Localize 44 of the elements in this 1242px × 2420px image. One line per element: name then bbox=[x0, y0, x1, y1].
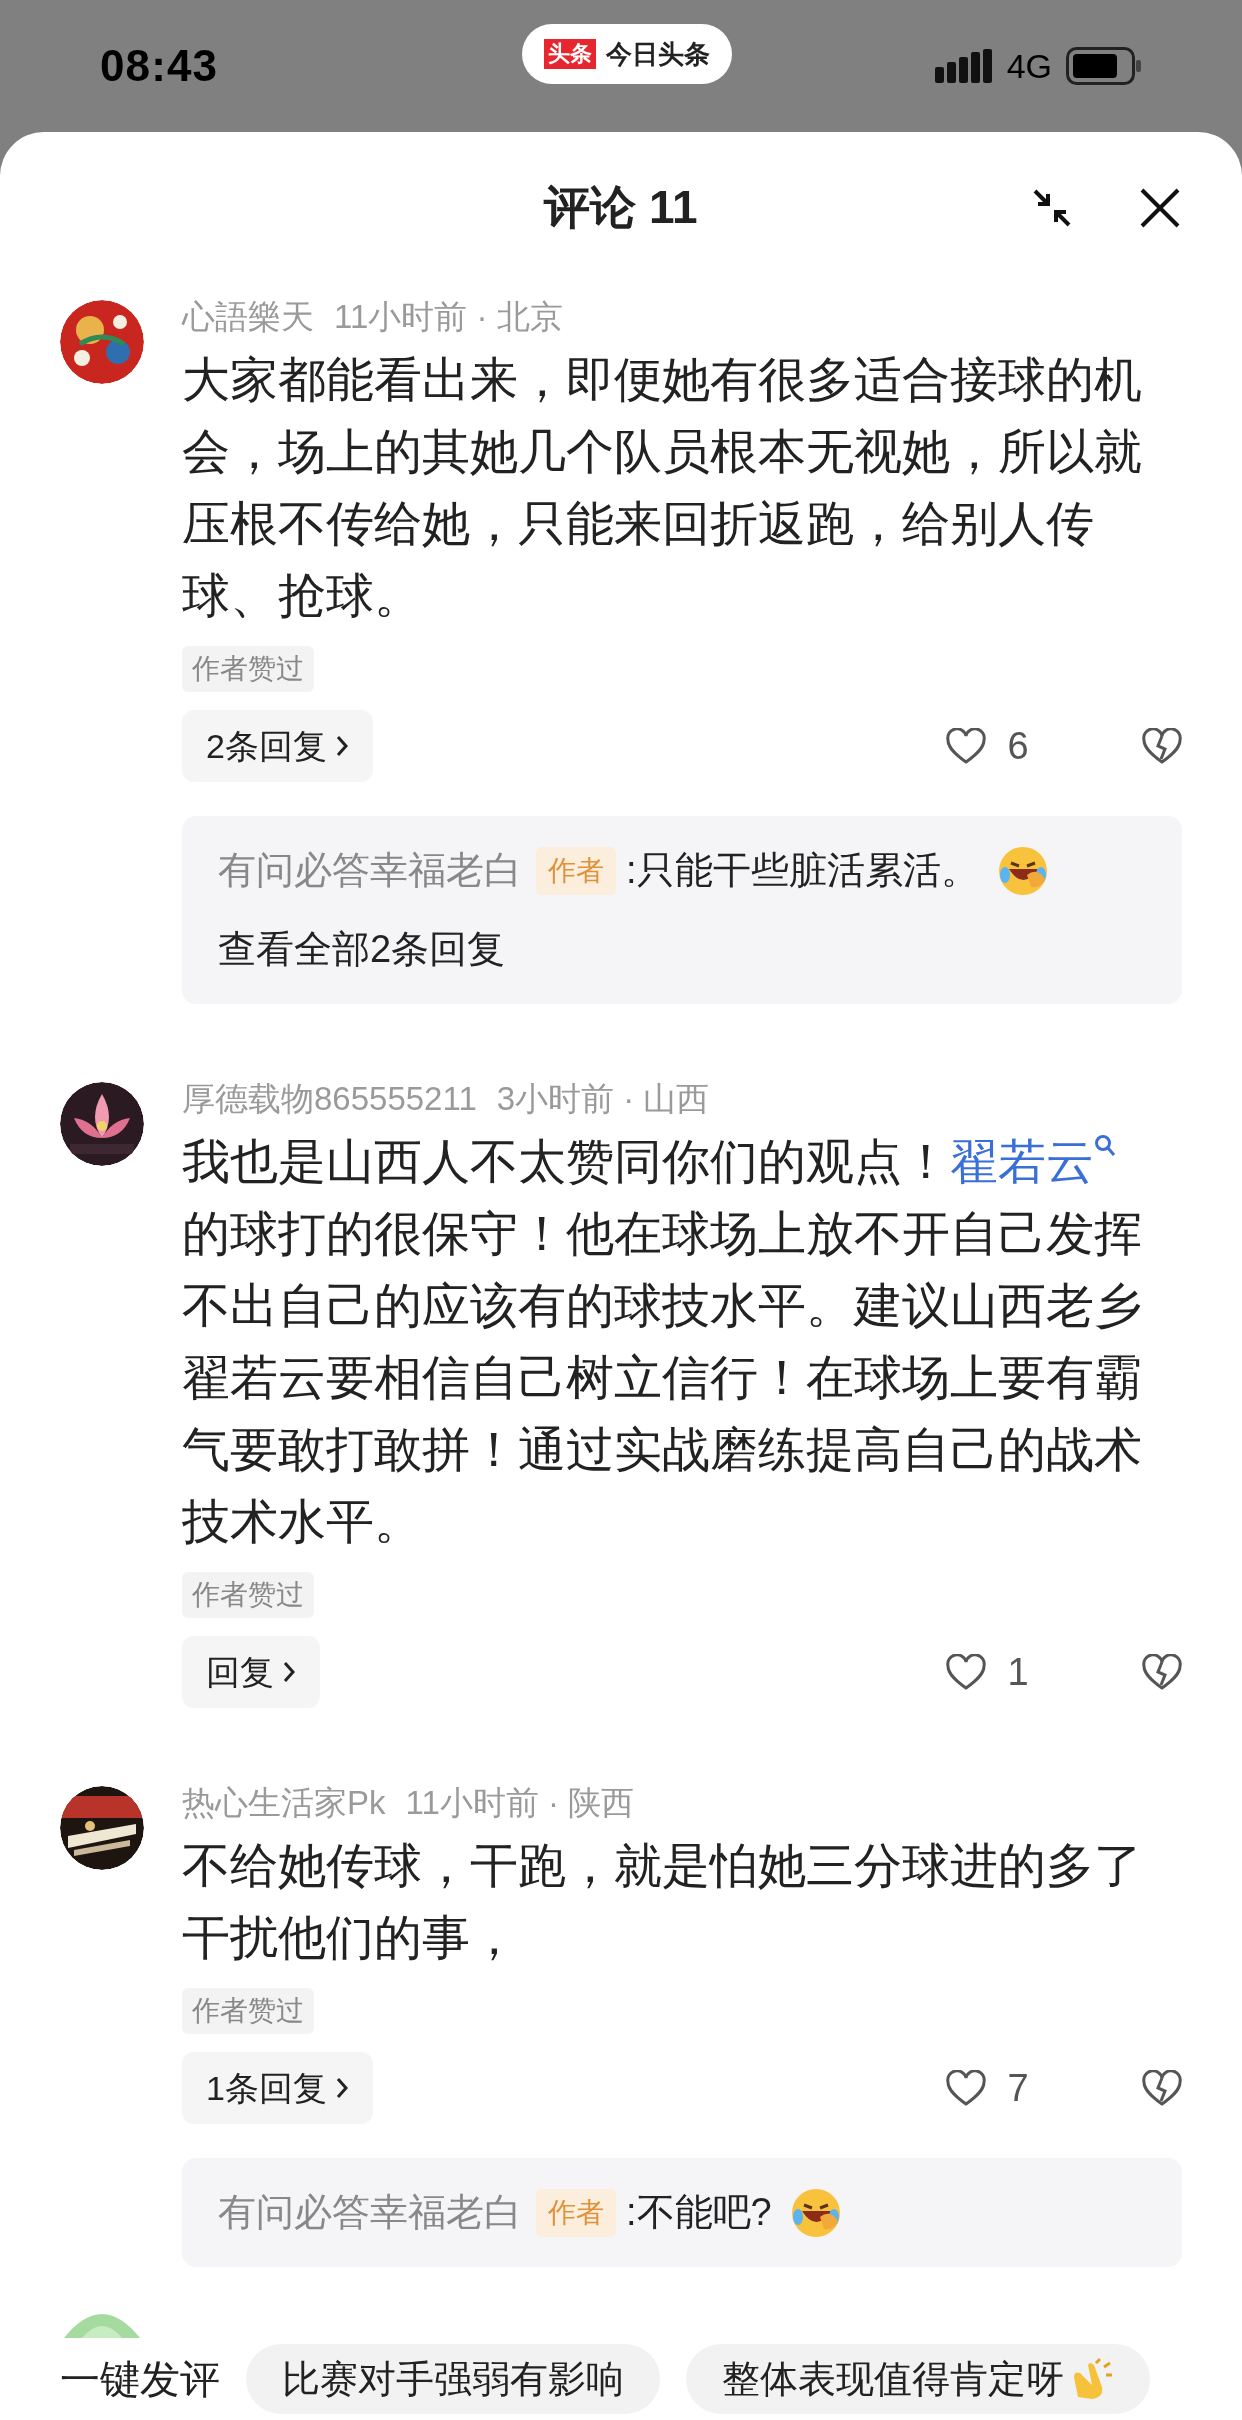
collapse-icon[interactable] bbox=[1032, 188, 1072, 228]
chevron-right-icon bbox=[282, 1660, 296, 1684]
replies-button[interactable]: 1条回复 bbox=[182, 2052, 373, 2124]
heart-icon bbox=[946, 728, 986, 764]
heart-icon bbox=[946, 1654, 986, 1690]
like-button[interactable]: 6 bbox=[946, 717, 1038, 775]
like-button[interactable]: 7 bbox=[946, 2059, 1038, 2117]
comment-meta: 11小时前 · 陕西 bbox=[405, 1783, 635, 1823]
close-icon[interactable] bbox=[1140, 188, 1180, 228]
sheet-title: 评论 11 bbox=[544, 179, 698, 235]
replies-button[interactable]: 回复 bbox=[182, 1636, 320, 1708]
chevron-right-icon bbox=[334, 2076, 349, 2100]
comment-text: 不给她传球，干跑，就是怕她三分球进的多了干扰他们的事， bbox=[182, 1838, 1143, 1966]
comment-meta: 11小时前 · 北京 bbox=[334, 297, 563, 337]
network-label: 4G bbox=[1006, 45, 1052, 87]
app-name: 今日头条 bbox=[606, 37, 710, 71]
app-logo: 头条 bbox=[544, 39, 596, 69]
broken-heart-icon[interactable] bbox=[1142, 1654, 1182, 1690]
author-badge: 作者 bbox=[536, 846, 616, 895]
comment-text: 大家都能看出来，即便她有很多适合接球的机会，场上的其她几个队员根本无视她，所以就压根不传给她，只能来回折返跑，给别人传球、抢球。 bbox=[182, 352, 1143, 624]
comment-meta: 3小时前 · 山西 bbox=[496, 1079, 710, 1119]
signal-icon bbox=[934, 49, 993, 83]
broken-heart-icon[interactable] bbox=[1142, 728, 1182, 764]
like-button[interactable]: 1 bbox=[946, 1643, 1038, 1701]
quick-comment-label: 一键发评 bbox=[60, 2356, 220, 2403]
reply-text: :不能吧? bbox=[626, 2190, 772, 2235]
heart-icon bbox=[946, 2070, 986, 2106]
search-icon bbox=[1094, 1134, 1116, 1158]
app-badge[interactable]: 头条 今日头条 bbox=[522, 24, 732, 84]
replies-button[interactable]: 2条回复 bbox=[182, 710, 373, 782]
author-liked-tag: 作者赞过 bbox=[182, 1988, 314, 2034]
battery-icon bbox=[1066, 47, 1142, 85]
suggestion-chip[interactable]: 比赛对手强弱有影响 bbox=[246, 2344, 660, 2414]
author-liked-tag: 作者赞过 bbox=[182, 1572, 314, 1618]
chevron-right-icon bbox=[334, 734, 349, 758]
comment-text: 我也是山西人不太赞同你们的观点！翟若云 的球打的很保守！他在球场上放不开自己发挥不出自己的应该有的球技水平。建议山西老乡翟若云要相信自己树立信行！在球场上要有霸气要敢打敢拼！通过实战磨练提高自己的战术技术水平。 bbox=[182, 1133, 1143, 1550]
topic-link[interactable]: 翟若云 bbox=[950, 1135, 1116, 1188]
broken-heart-icon[interactable] bbox=[1142, 2070, 1182, 2106]
reply-text: :只能干些脏活累活。 bbox=[626, 848, 979, 893]
author-badge: 作者 bbox=[536, 2188, 616, 2237]
suggestion-chip[interactable]: 整体表现值得肯定呀 bbox=[686, 2344, 1150, 2414]
view-all-replies-link[interactable]: 查看全部2条回复 bbox=[218, 921, 506, 978]
author-liked-tag: 作者赞过 bbox=[182, 646, 314, 692]
clock-time: 08:43 bbox=[100, 40, 219, 92]
